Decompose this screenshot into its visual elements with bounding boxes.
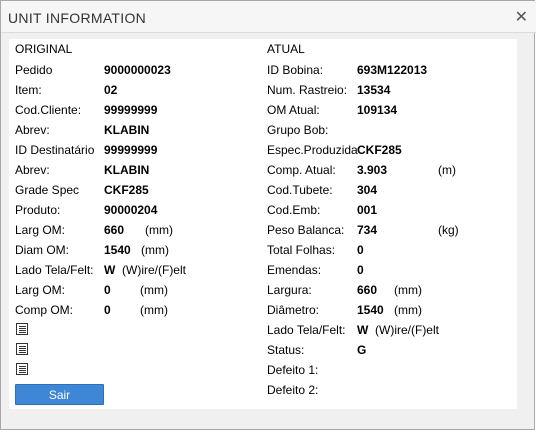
original-field-label: Diam OM: — [15, 243, 69, 257]
original-field-value: W — [104, 263, 116, 277]
title-bar: UNIT INFORMATION ✕ — [1, 1, 536, 33]
original-field-label: Comp OM: — [15, 303, 74, 317]
dialog-title: UNIT INFORMATION — [8, 10, 147, 26]
original-field-label: Abrev: — [15, 163, 50, 177]
original-field-label: Pedido — [15, 63, 53, 77]
atual-field-unit: (W)ire/(F)elt — [375, 323, 439, 337]
atual-field-value: 001 — [357, 203, 378, 217]
exit-button[interactable]: Sair — [15, 384, 104, 405]
atual-field-value: W — [357, 323, 369, 337]
original-field-value: 660 — [104, 223, 125, 237]
atual-field-label: Largura: — [267, 283, 312, 297]
document-icon[interactable] — [16, 323, 28, 335]
atual-field-label: OM Atual: — [267, 103, 320, 117]
atual-field-value: 0 — [357, 243, 364, 257]
atual-field-label: Cod.Emb: — [267, 203, 321, 217]
document-icon[interactable] — [16, 363, 28, 375]
atual-field-value: 660 — [357, 283, 378, 297]
document-icon[interactable] — [16, 343, 28, 355]
original-field-value: 99999999 — [104, 143, 158, 157]
original-field-unit: (mm) — [140, 283, 168, 297]
original-field-unit: (W)ire/(F)elt — [122, 263, 186, 277]
original-field-label: Larg OM: — [15, 223, 66, 237]
atual-field-label: ID Bobina: — [267, 63, 324, 77]
original-header: ORIGINAL — [15, 42, 73, 56]
close-icon[interactable]: ✕ — [515, 7, 528, 27]
original-field-label: Item: — [15, 83, 42, 97]
original-field-value: KLABIN — [104, 123, 150, 137]
original-field-value: 0 — [104, 303, 111, 317]
original-field-label: ID Destinatário — [15, 143, 95, 157]
original-field-value: 99999999 — [104, 103, 158, 117]
atual-field-value: 13534 — [357, 83, 391, 97]
original-field-value: CKF285 — [104, 183, 149, 197]
original-field-value: 02 — [104, 83, 118, 97]
atual-field-value: 693M122013 — [357, 63, 428, 77]
atual-field-label: Grupo Bob: — [267, 123, 329, 137]
original-field-value: 1540 — [104, 243, 131, 257]
atual-header: ATUAL — [267, 42, 305, 56]
atual-field-label: Defeito 2: — [267, 383, 319, 397]
atual-field-label: Num. Rastreio: — [267, 83, 348, 97]
atual-field-label: Emendas: — [267, 263, 322, 277]
original-field-label: Larg OM: — [15, 283, 66, 297]
original-field-unit: (mm) — [141, 243, 169, 257]
atual-field-label: Total Folhas: — [267, 243, 336, 257]
original-field-unit: (mm) — [145, 223, 173, 237]
atual-field-value: 109134 — [357, 103, 398, 117]
atual-field-value: 734 — [357, 223, 378, 237]
atual-field-label: Diâmetro: — [267, 303, 320, 317]
atual-field-unit: (m) — [438, 163, 456, 177]
atual-field-value: 304 — [357, 183, 378, 197]
atual-field-label: Lado Tela/Felt: — [267, 323, 346, 337]
original-field-value: 0 — [104, 283, 111, 297]
original-field-value: KLABIN — [104, 163, 150, 177]
atual-field-unit: (mm) — [394, 283, 422, 297]
atual-field-label: Cod.Tubete: — [267, 183, 333, 197]
original-field-label: Lado Tela/Felt: — [15, 263, 94, 277]
atual-field-value: G — [357, 343, 367, 357]
atual-field-label: Status: — [267, 343, 305, 357]
atual-field-unit: (mm) — [394, 303, 422, 317]
original-field-value: 9000000023 — [104, 63, 171, 77]
original-field-unit: (mm) — [140, 303, 168, 317]
original-field-value: 90000204 — [104, 203, 158, 217]
original-field-label: Cod.Cliente: — [15, 103, 82, 117]
atual-field-unit: (kg) — [438, 223, 459, 237]
atual-field-value: 1540 — [357, 303, 384, 317]
original-field-label: Grade Spec — [15, 183, 80, 197]
atual-field-label: Comp. Atual: — [267, 163, 336, 177]
original-field-label: Abrev: — [15, 123, 50, 137]
atual-field-value: CKF285 — [357, 143, 402, 157]
atual-field-label: Defeito 1: — [267, 363, 319, 377]
original-field-label: Produto: — [15, 203, 61, 217]
atual-field-value: 0 — [357, 263, 364, 277]
atual-field-value: 3.903 — [357, 163, 388, 177]
atual-field-label: Espec.Produzida — [267, 143, 358, 157]
atual-field-label: Peso Balanca: — [267, 223, 345, 237]
